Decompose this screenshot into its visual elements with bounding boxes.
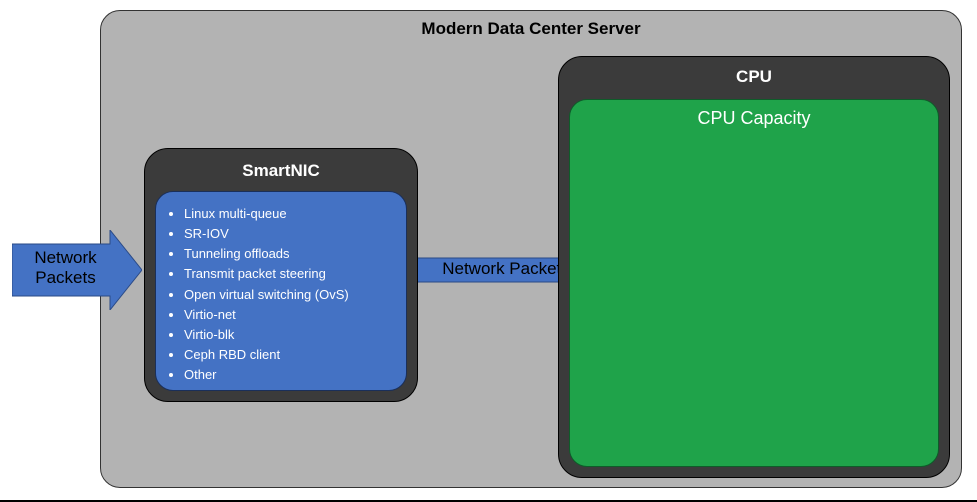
cpu-capacity-panel: CPU Capacity [569, 99, 939, 467]
smartnic-container: SmartNIC Linux multi-queue SR-IOV Tunnel… [144, 148, 418, 402]
arrow-in-label-line1: Network [34, 248, 96, 267]
smartnic-feature-list: Linux multi-queue SR-IOV Tunneling offlo… [184, 204, 396, 385]
arrow-in-label: Network Packets [18, 248, 113, 287]
list-item: Ceph RBD client [184, 345, 396, 365]
list-item: SR-IOV [184, 224, 396, 244]
list-item: Linux multi-queue [184, 204, 396, 224]
cpu-container: CPU CPU Capacity [558, 56, 950, 478]
list-item: Tunneling offloads [184, 244, 396, 264]
list-item: Open virtual switching (OvS) [184, 285, 396, 305]
cpu-capacity-label: CPU Capacity [570, 108, 938, 129]
cpu-title: CPU [559, 67, 949, 87]
arrow-network-packets-in: Network Packets [12, 230, 142, 310]
list-item: Transmit packet steering [184, 264, 396, 284]
smartnic-title: SmartNIC [145, 161, 417, 181]
server-title: Modern Data Center Server [101, 19, 961, 39]
list-item: Virtio-net [184, 305, 396, 325]
list-item: Other [184, 365, 396, 385]
smartnic-feature-panel: Linux multi-queue SR-IOV Tunneling offlo… [155, 191, 407, 391]
arrow-in-label-line2: Packets [35, 268, 95, 287]
list-item: Virtio-blk [184, 325, 396, 345]
